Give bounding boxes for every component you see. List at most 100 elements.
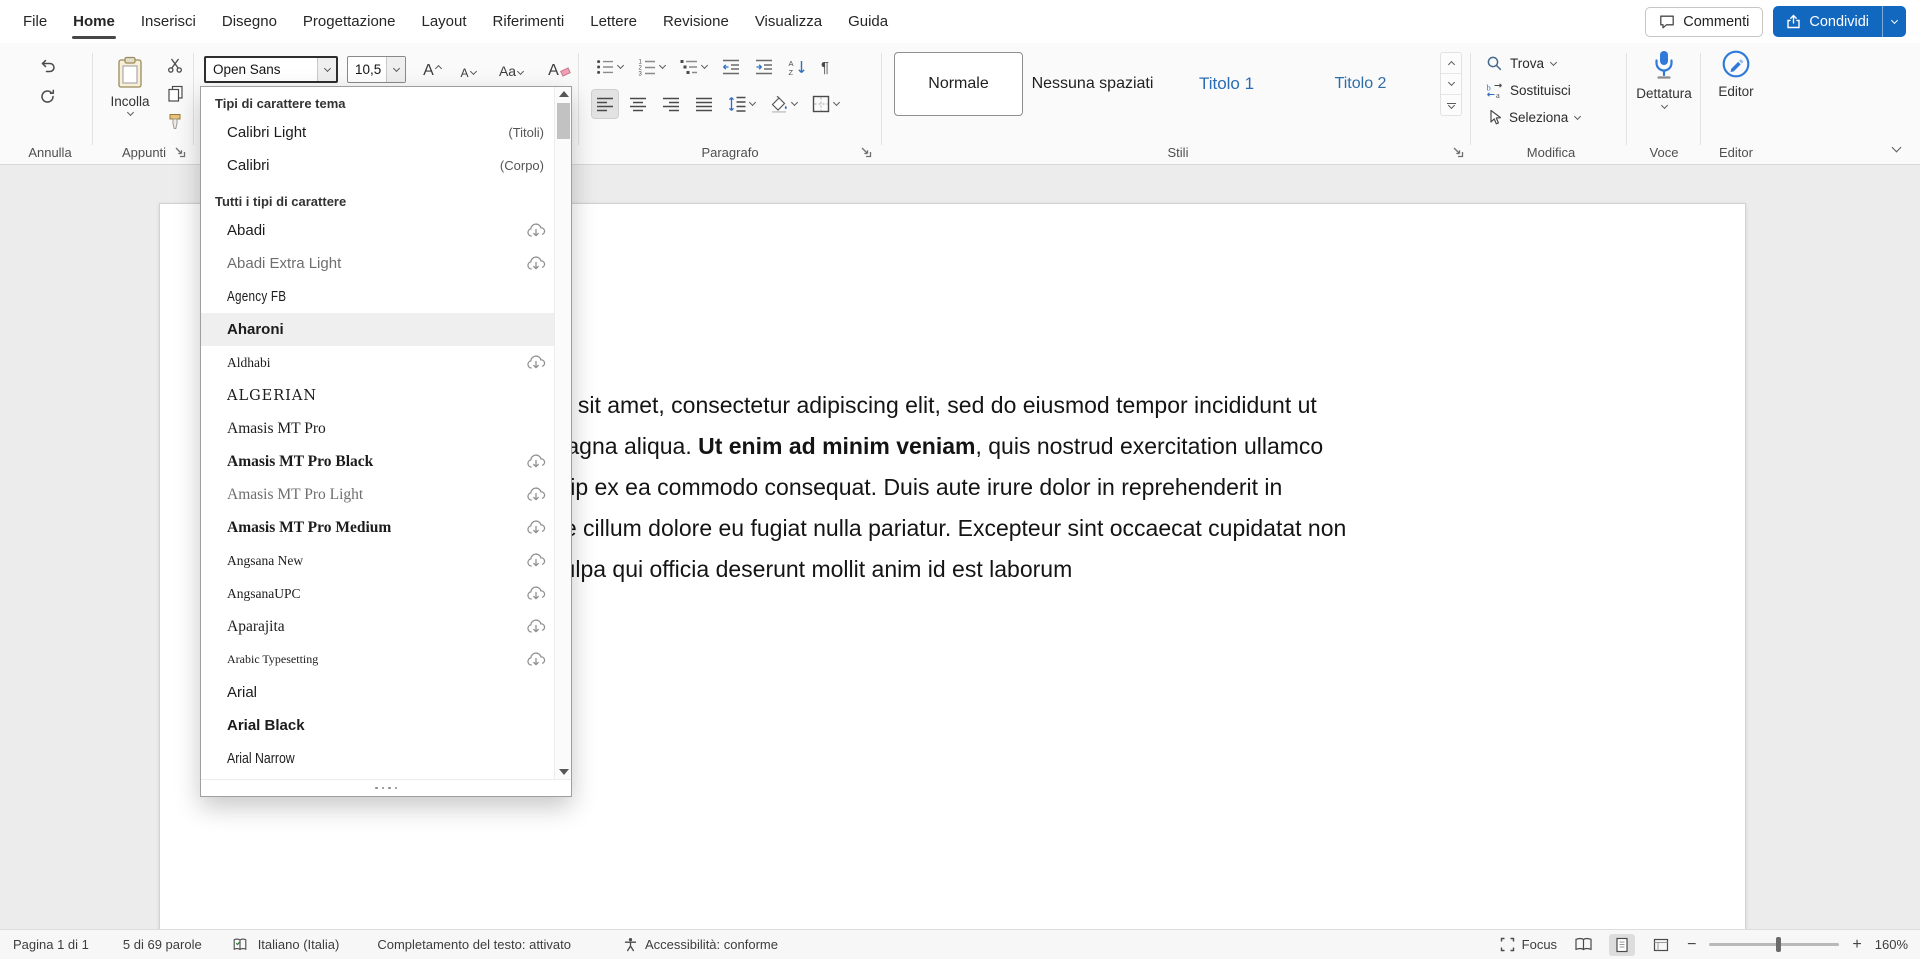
- ribbon-tab[interactable]: Lettere: [577, 0, 650, 43]
- print-layout-view-button[interactable]: [1609, 934, 1635, 956]
- bullets-button[interactable]: [592, 53, 627, 81]
- font-option[interactable]: Amasis MT Pro Light: [201, 478, 554, 511]
- undo-button[interactable]: [32, 52, 62, 79]
- ribbon-tab[interactable]: Visualizza: [742, 0, 835, 43]
- clear-formatting-button[interactable]: A: [542, 56, 576, 83]
- clipboard-dialog-launcher[interactable]: [174, 146, 187, 159]
- align-center-button[interactable]: [625, 90, 651, 118]
- styles-scroll-up-button[interactable]: [1441, 53, 1461, 73]
- cut-button[interactable]: [162, 53, 188, 77]
- font-option[interactable]: Angsana New: [201, 544, 554, 577]
- grow-font-button[interactable]: A: [416, 56, 448, 83]
- justify-button[interactable]: [691, 90, 717, 118]
- focus-mode-button[interactable]: Focus: [1500, 937, 1557, 952]
- word-count-status[interactable]: 5 di 69 parole: [123, 937, 202, 952]
- find-button[interactable]: Trova: [1482, 51, 1560, 76]
- change-case-button[interactable]: Aa: [490, 56, 532, 83]
- zoom-level[interactable]: 160%: [1875, 937, 1908, 952]
- scrollbar-thumb[interactable]: [557, 103, 570, 139]
- zoom-out-button[interactable]: −: [1687, 937, 1696, 953]
- font-size-value[interactable]: 10,5: [348, 57, 386, 82]
- ribbon-tab[interactable]: Layout: [409, 0, 480, 43]
- style-card[interactable]: Titolo 2: [1296, 52, 1425, 116]
- paragraph-dialog-launcher[interactable]: [860, 146, 873, 159]
- font-option[interactable]: Agency FB: [201, 280, 554, 313]
- page-number-status[interactable]: Pagina 1 di 1: [13, 937, 89, 952]
- font-dropdown-scrollbar[interactable]: [554, 87, 571, 779]
- font-option[interactable]: Aldhabi: [201, 346, 554, 379]
- replace-button[interactable]: ba Sostituisci: [1482, 78, 1575, 103]
- line-spacing-button[interactable]: [724, 90, 759, 118]
- web-layout-view-button[interactable]: [1648, 934, 1674, 956]
- read-mode-view-button[interactable]: [1570, 934, 1596, 956]
- font-size-dropdown-arrow[interactable]: [386, 57, 405, 82]
- shading-button[interactable]: [766, 90, 801, 118]
- ribbon-tab[interactable]: File: [10, 0, 60, 43]
- scroll-down-arrow-icon[interactable]: [559, 769, 569, 775]
- select-button[interactable]: Seleziona: [1482, 105, 1584, 130]
- font-option[interactable]: Arial: [201, 676, 554, 709]
- font-option[interactable]: Abadi: [201, 214, 554, 247]
- multilevel-list-button[interactable]: [676, 53, 711, 81]
- repeat-button[interactable]: [32, 83, 62, 110]
- font-option[interactable]: Aharoni: [201, 313, 554, 346]
- styles-dialog-launcher[interactable]: [1452, 146, 1465, 159]
- dictate-button[interactable]: Dettatura: [1630, 49, 1698, 108]
- ribbon-tab[interactable]: Inserisci: [128, 0, 209, 43]
- share-dropdown-button[interactable]: [1882, 6, 1906, 37]
- collapse-ribbon-button[interactable]: [1884, 139, 1908, 159]
- increase-indent-button[interactable]: [751, 53, 777, 81]
- font-option[interactable]: Aparajita: [201, 610, 554, 643]
- paste-button[interactable]: Incolla: [100, 50, 160, 138]
- align-left-button[interactable]: [592, 90, 618, 118]
- styles-scroll-down-button[interactable]: [1441, 73, 1461, 94]
- font-option[interactable]: Arabic Typesetting: [201, 643, 554, 676]
- accessibility-status[interactable]: Accessibilità: conforme: [623, 937, 778, 952]
- editor-button[interactable]: Editor: [1704, 49, 1768, 99]
- style-card[interactable]: Titolo 1: [1162, 52, 1291, 116]
- ribbon-tab[interactable]: Guida: [835, 0, 901, 43]
- language-status[interactable]: Italiano (Italia): [258, 937, 340, 952]
- zoom-slider[interactable]: [1709, 943, 1839, 946]
- font-option[interactable]: Amasis MT Pro Black: [201, 445, 554, 478]
- font-dropdown-resize-grip[interactable]: [201, 779, 571, 796]
- scroll-up-arrow-icon[interactable]: [559, 91, 569, 97]
- decrease-indent-button[interactable]: [718, 53, 744, 81]
- sort-button[interactable]: AZ: [784, 53, 810, 81]
- font-option[interactable]: Arial Narrow: [201, 742, 554, 775]
- undo-icon: [38, 56, 57, 75]
- text-prediction-status[interactable]: Completamento del testo: attivato: [377, 937, 571, 952]
- show-formatting-marks-button[interactable]: ¶: [817, 53, 833, 81]
- comments-button[interactable]: Commenti: [1645, 7, 1763, 37]
- font-option[interactable]: Amasis MT Pro Medium: [201, 511, 554, 544]
- font-option[interactable]: ALGERIAN: [201, 379, 554, 412]
- ribbon-tab[interactable]: Progettazione: [290, 0, 409, 43]
- share-button[interactable]: Condividi: [1773, 6, 1906, 37]
- styles-gallery-expand-button[interactable]: [1441, 94, 1461, 115]
- proofing-status-icon[interactable]: [232, 937, 248, 952]
- font-name-dropdown-arrow[interactable]: [317, 58, 336, 81]
- ribbon-tab[interactable]: Disegno: [209, 0, 290, 43]
- zoom-in-button[interactable]: +: [1852, 937, 1861, 953]
- style-card[interactable]: Normale: [894, 52, 1023, 116]
- numbering-button[interactable]: 123: [634, 53, 669, 81]
- font-option[interactable]: AngsanaUPC: [201, 577, 554, 610]
- font-option[interactable]: Arial Black: [201, 709, 554, 742]
- font-size-combobox[interactable]: 10,5: [347, 56, 406, 83]
- ribbon-tab[interactable]: Home: [60, 0, 128, 43]
- font-option[interactable]: Calibri (Corpo): [201, 149, 554, 182]
- zoom-slider-thumb[interactable]: [1776, 937, 1781, 952]
- shrink-font-button[interactable]: A: [454, 56, 482, 83]
- font-option[interactable]: Abadi Extra Light: [201, 247, 554, 280]
- font-name-combobox[interactable]: Open Sans: [204, 56, 338, 83]
- copy-button[interactable]: [162, 81, 188, 105]
- ribbon-tab[interactable]: Revisione: [650, 0, 742, 43]
- align-right-button[interactable]: [658, 90, 684, 118]
- font-option[interactable]: Calibri Light (Titoli): [201, 116, 554, 149]
- font-name-value[interactable]: Open Sans: [206, 58, 317, 81]
- format-painter-button[interactable]: [162, 109, 188, 133]
- borders-button[interactable]: [808, 90, 843, 118]
- style-card[interactable]: Nessuna spaziati: [1028, 52, 1157, 116]
- font-option[interactable]: Amasis MT Pro: [201, 412, 554, 445]
- ribbon-tab[interactable]: Riferimenti: [480, 0, 578, 43]
